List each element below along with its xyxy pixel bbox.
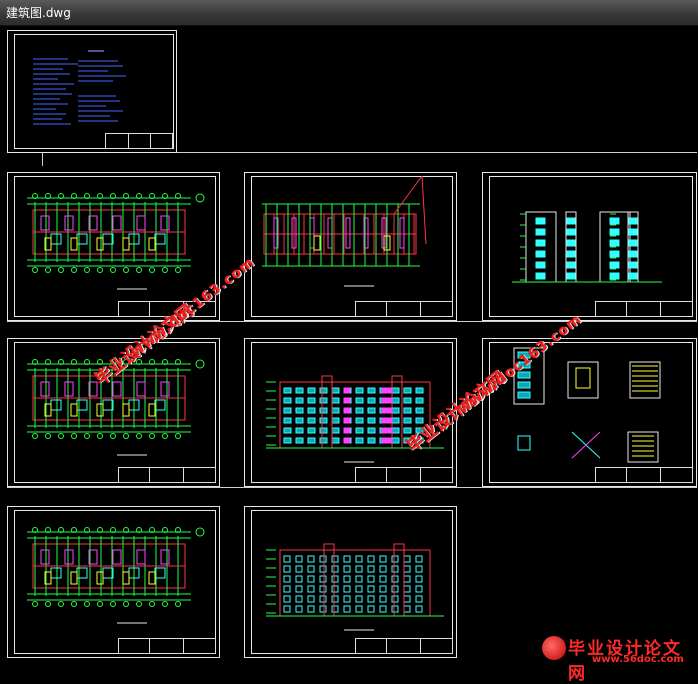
- sheet-border-line: [7, 321, 697, 322]
- site-logo: 毕业设计论文网 www.56doc.com: [540, 632, 698, 684]
- sheet-border-line: [42, 152, 43, 166]
- title-block: [355, 467, 453, 483]
- title-block: [355, 638, 453, 654]
- sheet-elevation-back[interactable]: [244, 506, 457, 658]
- title-block: [595, 467, 693, 483]
- sheet-plan-1[interactable]: [7, 172, 220, 321]
- sheet-sections[interactable]: [482, 172, 697, 321]
- logo-icon: [542, 636, 566, 660]
- logo-url: www.56doc.com: [592, 654, 684, 665]
- window-title: 建筑图.dwg: [6, 6, 71, 20]
- sheet-border-line: [7, 487, 697, 488]
- sheet-roof[interactable]: [244, 172, 457, 321]
- window-titlebar: 建筑图.dwg: [0, 0, 698, 26]
- title-block: [118, 638, 216, 654]
- cad-drawing-canvas[interactable]: [0, 26, 698, 668]
- title-block: [595, 301, 693, 317]
- title-block: [118, 467, 216, 483]
- drawing-notes: [33, 50, 126, 125]
- sheet-plan-3[interactable]: [7, 506, 220, 658]
- sheet-notes[interactable]: [7, 30, 177, 153]
- title-block: [355, 301, 453, 317]
- sheet-elevation-front[interactable]: [244, 338, 457, 487]
